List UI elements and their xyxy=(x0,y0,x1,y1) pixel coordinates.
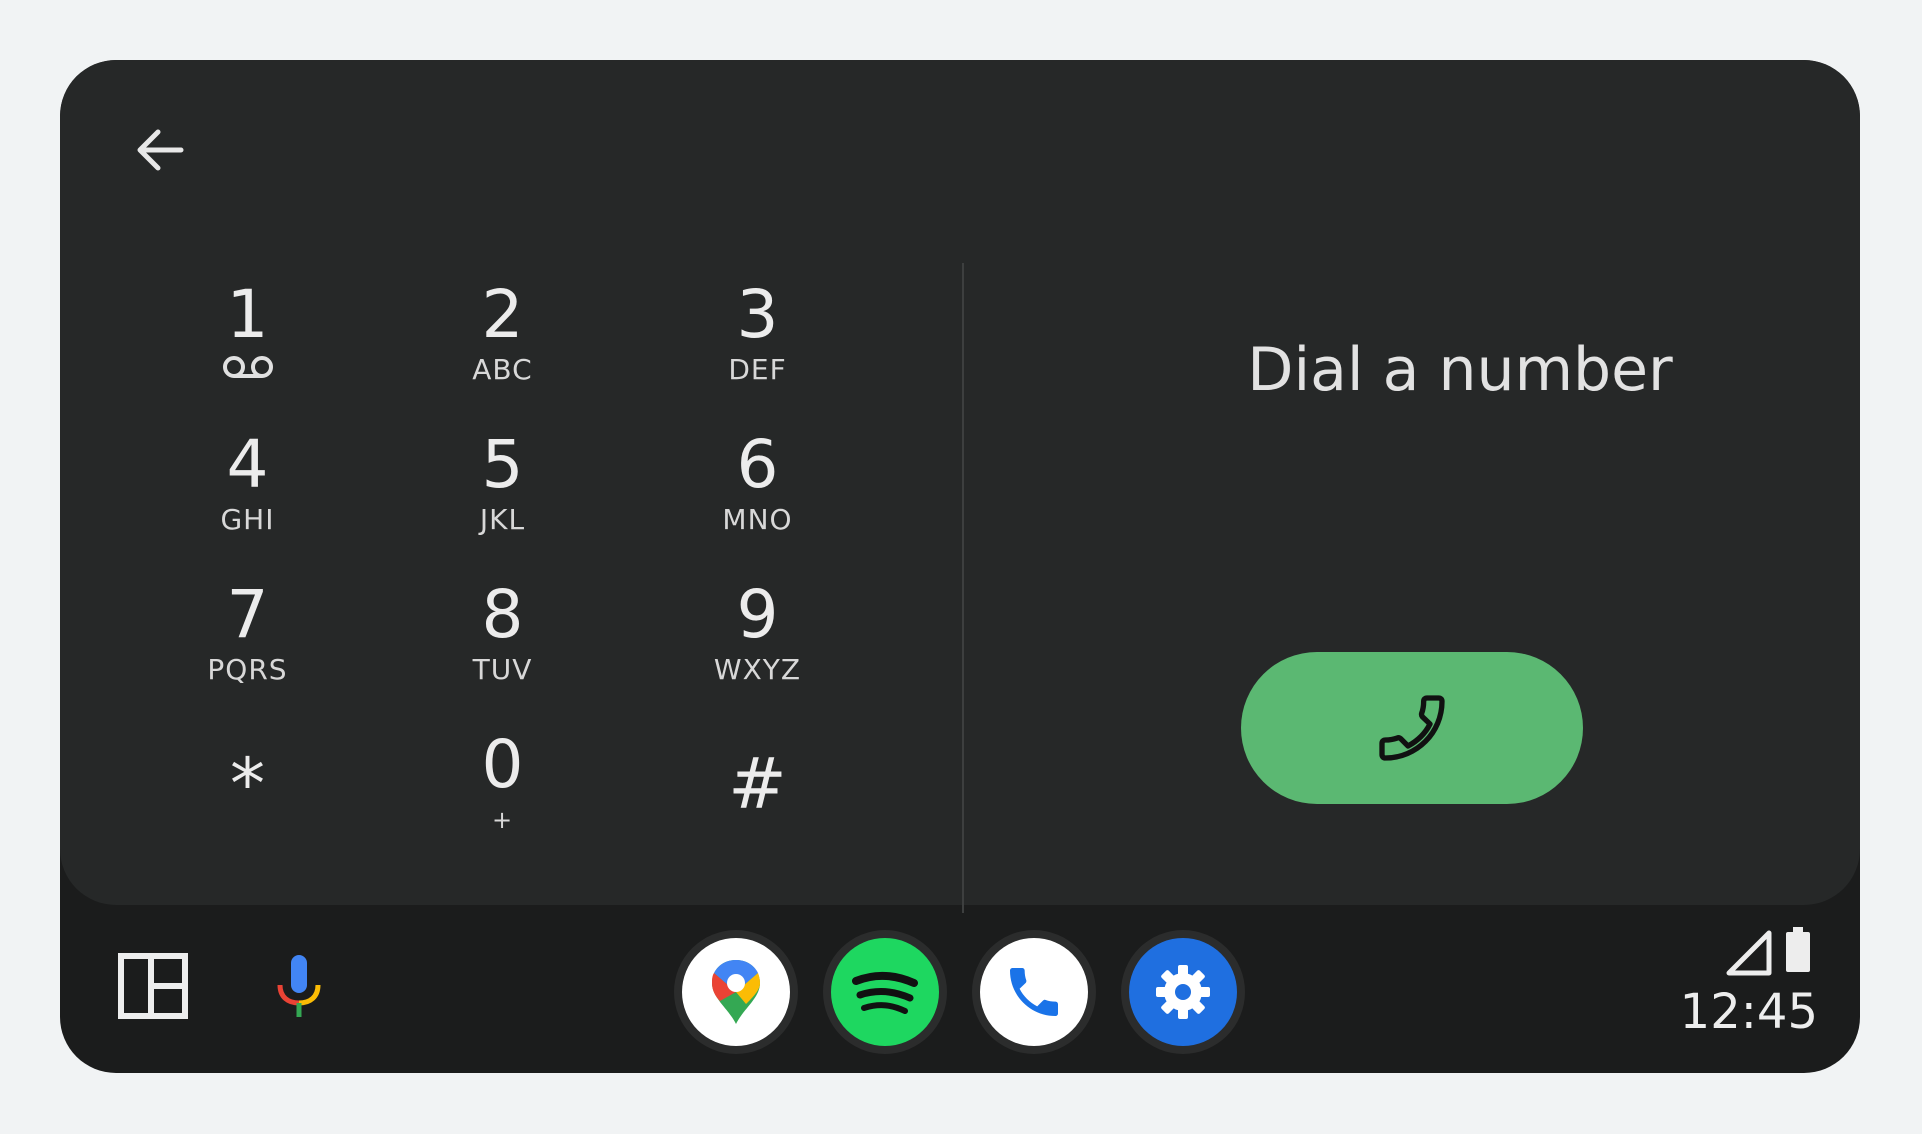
phone-app-icon xyxy=(980,938,1088,1046)
key-digit: 9 xyxy=(736,576,779,653)
status-area: 12:45 xyxy=(1668,926,1818,1056)
phone-app-button[interactable] xyxy=(972,930,1096,1054)
voicemail-icon xyxy=(222,355,274,389)
key-digit: # xyxy=(728,743,787,825)
maps-app-button[interactable] xyxy=(674,930,798,1054)
key-2[interactable]: 2 ABC xyxy=(375,275,630,425)
key-letters: TUV xyxy=(472,653,533,686)
key-digit: 7 xyxy=(226,576,269,653)
key-letters: GHI xyxy=(220,503,275,536)
call-button[interactable] xyxy=(1241,652,1583,804)
key-0[interactable]: 0 + xyxy=(375,725,630,875)
key-digit: 2 xyxy=(481,276,524,353)
key-digit: 3 xyxy=(736,276,779,353)
key-6[interactable]: 6 MNO xyxy=(630,425,885,575)
cell-signal-icon xyxy=(1726,930,1772,976)
battery-icon xyxy=(1786,927,1810,972)
key-digit: * xyxy=(230,743,265,825)
layout-switch-button[interactable] xyxy=(118,953,188,1019)
spotify-app-icon xyxy=(831,938,939,1046)
dial-pad: 1 2 ABC 3 DEF 4 GHI 5 JKL 6 MNO 7 PQRS 8… xyxy=(120,275,890,875)
key-4[interactable]: 4 GHI xyxy=(120,425,375,575)
key-letters: PQRS xyxy=(207,653,288,686)
key-letters: WXYZ xyxy=(713,653,802,686)
key-letters: DEF xyxy=(728,353,787,386)
split-layout-icon xyxy=(118,953,188,1019)
key-digit: 5 xyxy=(481,426,524,503)
android-auto-display: 1 2 ABC 3 DEF 4 GHI 5 JKL 6 MNO 7 PQRS 8… xyxy=(60,60,1860,1073)
dialer-screen: 1 2 ABC 3 DEF 4 GHI 5 JKL 6 MNO 7 PQRS 8… xyxy=(60,60,1860,913)
key-3[interactable]: 3 DEF xyxy=(630,275,885,425)
key-1[interactable]: 1 xyxy=(120,275,375,425)
key-digit: 1 xyxy=(226,276,269,353)
key-digit: 6 xyxy=(736,426,779,503)
back-button[interactable] xyxy=(124,114,196,186)
key-9[interactable]: 9 WXYZ xyxy=(630,575,885,725)
divider xyxy=(962,263,964,913)
key-5[interactable]: 5 JKL xyxy=(375,425,630,575)
key-7[interactable]: 7 PQRS xyxy=(120,575,375,725)
key-letters: + xyxy=(491,806,514,834)
key-letters: JKL xyxy=(479,503,526,536)
key-letters: MNO xyxy=(722,503,793,536)
settings-app-icon xyxy=(1129,938,1237,1046)
dial-title: Dial a number xyxy=(1247,335,1673,405)
maps-app-icon xyxy=(682,938,790,1046)
key-digit: 0 xyxy=(481,726,524,803)
key-digit: 8 xyxy=(481,576,524,653)
microphone-icon xyxy=(277,955,321,1017)
status-icons xyxy=(1708,926,1818,976)
arrow-back-icon xyxy=(137,129,184,171)
key-letters: ABC xyxy=(472,353,533,386)
key-digit: 4 xyxy=(226,426,269,503)
spotify-app-button[interactable] xyxy=(823,930,947,1054)
clock: 12:45 xyxy=(1679,984,1818,1040)
phone-icon xyxy=(1379,695,1445,761)
key-8[interactable]: 8 TUV xyxy=(375,575,630,725)
key-star[interactable]: * xyxy=(120,725,375,875)
key-pound[interactable]: # xyxy=(630,725,885,875)
settings-app-button[interactable] xyxy=(1121,930,1245,1054)
assistant-mic-button[interactable] xyxy=(272,953,326,1021)
